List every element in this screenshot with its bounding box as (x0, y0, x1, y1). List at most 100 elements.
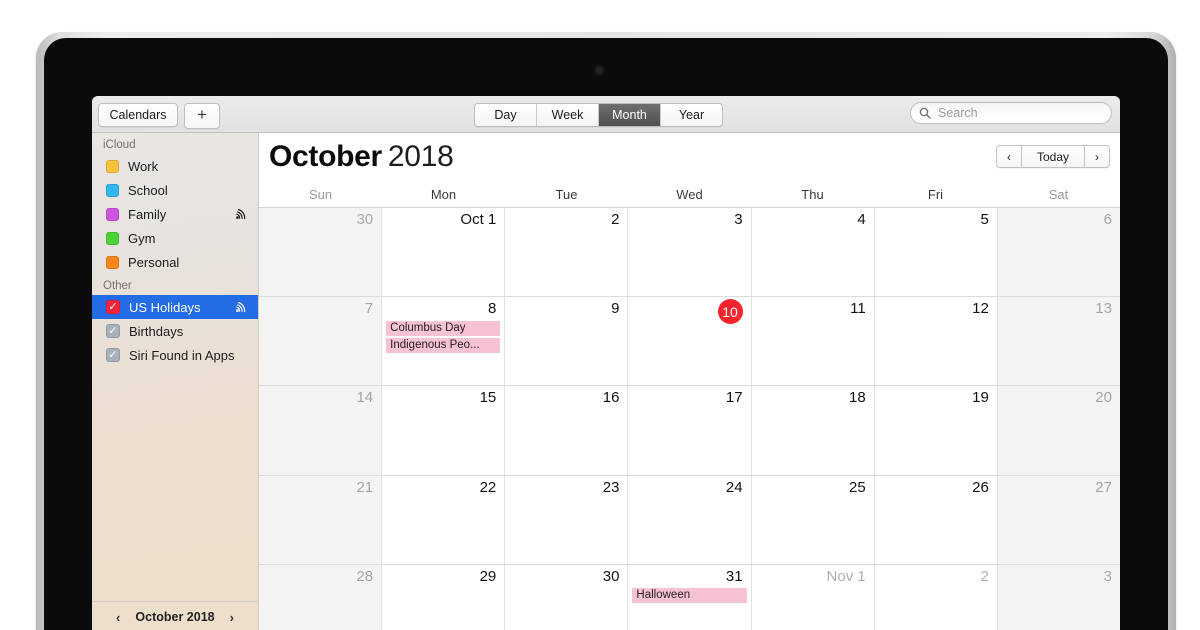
day-number: 15 (479, 389, 497, 407)
calendar-event[interactable]: Indigenous Peo... (386, 337, 501, 353)
day-number: 30 (602, 567, 620, 585)
day-cell[interactable]: 3 (628, 208, 752, 297)
day-cell[interactable]: 15 (382, 386, 506, 475)
week-row: 14 15 16 17 18 19 20 (259, 386, 1120, 476)
sidebar-group-title: Other (103, 280, 132, 292)
mini-calendar-header: ‹ October 2018 › (92, 607, 258, 627)
day-cell[interactable]: Nov 1 (751, 564, 875, 630)
day-number: 24 (725, 478, 743, 496)
app-toolbar: Calendars + Day Week Month Year (92, 96, 1120, 133)
mini-prev-month-button[interactable]: ‹ (113, 610, 123, 625)
week-row: 21 22 23 24 25 26 27 (259, 475, 1120, 565)
calendar-event[interactable]: Columbus Day (386, 320, 501, 336)
month-grid: 30 Oct 1 2 3 4 5 6 7 8 Columbus Day Indigenous Peo… (259, 208, 1120, 630)
day-cell[interactable]: 5 (874, 208, 998, 297)
month-label: October (269, 140, 382, 173)
day-cell[interactable]: 12 (874, 297, 998, 386)
calendar-event[interactable]: Halloween (632, 588, 747, 604)
calendar-checkbox[interactable]: ✓ (106, 348, 120, 362)
calendar-checkbox[interactable]: ✓ (106, 300, 120, 314)
day-cell[interactable]: 30 (505, 564, 629, 630)
day-number: Nov 1 (826, 567, 866, 585)
sidebar-item-birthdays[interactable]: ✓ Birthdays (92, 319, 258, 343)
search-input[interactable] (936, 105, 1103, 121)
search-icon (919, 107, 931, 119)
sidebar-item-label: Family (128, 206, 167, 222)
page-title: October 2018 (269, 140, 454, 173)
day-number: 29 (479, 567, 497, 585)
weekday-header-sat: Sat (1048, 186, 1069, 202)
tab-month[interactable]: Month (599, 104, 661, 126)
day-cell[interactable]: 25 (751, 475, 875, 564)
calendar-list: iCloud Work School Family Gym Personal Other ✓ U… (92, 133, 258, 367)
day-number: 14 (356, 389, 374, 407)
day-number: 30 (356, 211, 374, 228)
webcam-icon (596, 67, 603, 74)
day-number: 7 (364, 300, 374, 318)
calendars-button[interactable]: Calendars (98, 103, 178, 127)
day-cell[interactable]: 19 (874, 386, 998, 475)
day-number: 12 (972, 300, 989, 318)
day-number: 3 (734, 211, 743, 228)
day-cell[interactable]: 21 (259, 475, 383, 564)
day-cell[interactable]: 16 (505, 386, 629, 475)
shared-calendar-icon (235, 301, 248, 313)
day-cell[interactable]: 20 (997, 386, 1120, 475)
previous-month-button[interactable]: ‹ (996, 145, 1021, 168)
weekday-header-tue: Tue (555, 186, 578, 202)
day-cell[interactable]: 3 (997, 564, 1120, 630)
day-number: 27 (1095, 478, 1112, 496)
add-event-button[interactable]: + (184, 103, 220, 129)
day-cell[interactable]: 30 (259, 208, 383, 297)
day-cell[interactable]: 17 (628, 386, 752, 475)
sidebar-item-school[interactable]: School (92, 178, 258, 202)
day-cell[interactable]: 14 (259, 386, 383, 475)
day-number: 6 (1103, 211, 1112, 228)
day-cell[interactable]: 2 (874, 564, 998, 630)
day-cell[interactable]: 10 (628, 297, 752, 386)
day-cell[interactable]: 26 (874, 475, 998, 564)
day-cell[interactable]: Oct 1 (382, 208, 506, 297)
tab-year[interactable]: Year (661, 104, 722, 126)
day-cell[interactable]: 28 (259, 564, 383, 630)
next-month-button[interactable]: › (1085, 145, 1110, 168)
day-cell[interactable]: 27 (997, 475, 1120, 564)
day-cell[interactable]: 23 (505, 475, 629, 564)
day-events: Halloween (628, 585, 750, 604)
today-button[interactable]: Today (1021, 145, 1085, 168)
day-cell[interactable]: 8 Columbus Day Indigenous Peo... (382, 297, 506, 386)
calendar-color-swatch (106, 207, 119, 221)
day-number: 22 (479, 478, 497, 496)
mini-next-month-button[interactable]: › (227, 610, 237, 625)
day-cell[interactable]: 7 (259, 297, 383, 386)
calendar-app-window: Calendars + DayWeekMonthYear iCloud Work S… (92, 96, 1120, 630)
sidebar-item-us-holidays[interactable]: ✓ US Holidays (92, 295, 258, 319)
weekday-header-fri: Fri (927, 186, 944, 202)
sidebar-item-personal[interactable]: Personal (92, 250, 258, 274)
calendar-checkbox[interactable]: ✓ (106, 324, 120, 338)
day-cell[interactable]: 31 Halloween (628, 564, 752, 630)
sidebar-item-family[interactable]: Family (92, 202, 258, 226)
day-number: 4 (857, 211, 866, 228)
sidebar-item-siri-found-in-apps[interactable]: ✓ Siri Found in Apps (92, 343, 258, 367)
day-cell[interactable]: 2 (505, 208, 629, 297)
day-cell[interactable]: 24 (628, 475, 752, 564)
day-cell[interactable]: 22 (382, 475, 506, 564)
calendar-sidebar: iCloud Work School Family Gym Personal Other ✓ U… (92, 133, 259, 630)
tab-day[interactable]: Day (475, 104, 537, 126)
day-cell[interactable]: 18 (751, 386, 875, 475)
day-cell[interactable]: 13 (997, 297, 1120, 386)
window-body: iCloud Work School Family Gym Personal Other ✓ U… (92, 133, 1120, 630)
day-cell[interactable]: 29 (382, 564, 506, 630)
sidebar-item-work[interactable]: Work (92, 154, 258, 178)
tab-week[interactable]: Week (537, 104, 599, 126)
view-switcher[interactable]: Day Week Month Year (474, 103, 723, 127)
sidebar-item-gym[interactable]: Gym (92, 226, 258, 250)
search-field[interactable] (910, 102, 1112, 124)
day-cell[interactable]: 9 (505, 297, 629, 386)
sidebar-item-label: School (128, 182, 168, 198)
day-cell[interactable]: 4 (751, 208, 875, 297)
day-cell[interactable]: 11 (751, 297, 875, 386)
day-cell[interactable]: 6 (997, 208, 1120, 297)
sidebar-item-label: Birthdays (129, 323, 184, 339)
